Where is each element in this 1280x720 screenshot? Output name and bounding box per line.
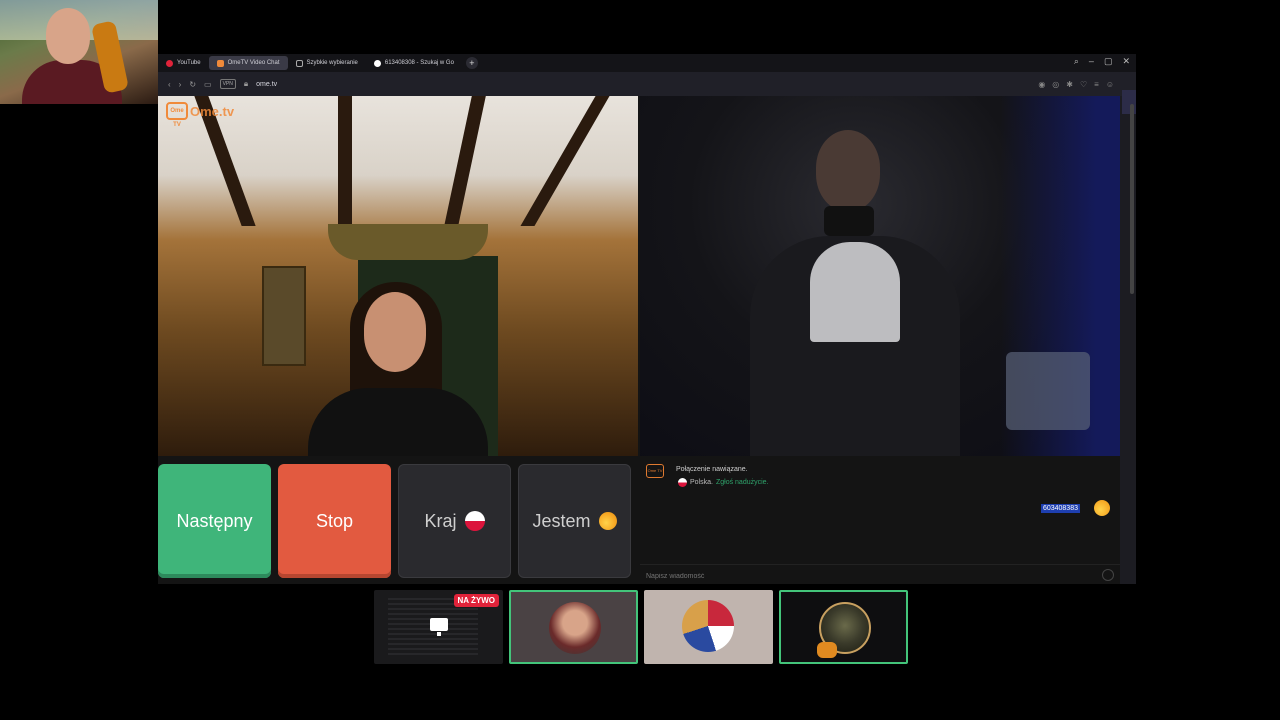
ceiling-beam xyxy=(444,96,486,226)
youtube-icon xyxy=(166,59,173,67)
ometv-logo: Ome TV Ome.tv xyxy=(166,102,235,128)
tab-youtube[interactable]: YouTube xyxy=(158,56,209,70)
mug xyxy=(1006,352,1090,430)
toolbar-icons: ◉ ◎ ✱ ♡ ≡ ☺ xyxy=(1038,80,1114,89)
connected-message: Połączenie nawiązane. xyxy=(676,466,748,473)
participants-strip: NA ŻYWO xyxy=(374,590,908,664)
logo-text: Ome.tv xyxy=(190,103,235,119)
forward-icon[interactable]: › xyxy=(179,80,182,89)
tab-bar: YouTube OmeTV Video Chat Szybkie wybiera… xyxy=(158,54,1136,72)
person-mask xyxy=(824,206,874,236)
country-message: Polska. Zgłoś nadużycie. xyxy=(678,478,769,487)
monitor-stand xyxy=(437,632,441,636)
new-tab-button[interactable]: + xyxy=(465,57,478,69)
heart-icon[interactable]: ♡ xyxy=(1080,80,1087,89)
lock-icon: 🔒︎ xyxy=(243,79,249,88)
url-field[interactable]: ome.tv xyxy=(256,81,277,88)
tiles-icon[interactable]: ▭ xyxy=(204,80,212,89)
person-body xyxy=(308,388,488,456)
curtain xyxy=(328,224,488,260)
close-icon[interactable]: ✕ xyxy=(1122,56,1130,67)
country-button[interactable]: Kraj xyxy=(398,464,511,578)
screen-share-tile[interactable]: NA ŻYWO xyxy=(374,590,503,664)
poland-flag-icon xyxy=(464,511,485,531)
tab-speed-dial[interactable]: Szybkie wybieranie xyxy=(288,56,366,70)
camera-icon[interactable]: ◉ xyxy=(1038,80,1045,89)
chat-panel: Ome TV Połączenie nawiązane. Polska. Zgł… xyxy=(640,458,1120,587)
participant-tile[interactable] xyxy=(644,590,773,664)
menu-icon[interactable]: ≡ xyxy=(1094,80,1099,89)
streamer-webcam xyxy=(0,0,158,104)
ceiling-beam xyxy=(520,96,610,226)
poland-flag-icon xyxy=(678,478,687,487)
monitor-icon xyxy=(430,618,448,631)
maximize-icon[interactable]: ▢ xyxy=(1104,56,1113,67)
streamer-face xyxy=(46,8,90,64)
browser-window: YouTube OmeTV Video Chat Szybkie wybiera… xyxy=(158,54,1136,587)
ceiling-beam xyxy=(338,96,352,226)
next-label: Następny xyxy=(176,510,253,531)
wall-picture xyxy=(262,266,306,366)
participant-avatar xyxy=(682,600,734,652)
tab-label: YouTube xyxy=(177,60,201,66)
screen: YouTube OmeTV Video Chat Szybkie wybiera… xyxy=(0,0,1280,720)
profile-icon[interactable]: ☺ xyxy=(1106,80,1114,89)
search-icon[interactable]: ⌕ xyxy=(1074,56,1079,67)
minimize-icon[interactable]: – xyxy=(1089,56,1094,67)
stop-button[interactable]: Stop xyxy=(278,464,391,578)
tab-label: Szybkie wybieranie xyxy=(306,60,358,66)
local-video: Ome TV Ome.tv xyxy=(158,96,638,456)
stop-label: Stop xyxy=(315,510,354,531)
reload-icon[interactable]: ↻ xyxy=(189,80,196,89)
vpn-badge[interactable]: VPN xyxy=(219,79,236,89)
tab-label: 613408308 - Szukaj w Go xyxy=(384,60,454,66)
person-face xyxy=(364,292,426,372)
logo-tv-icon: Ome TV xyxy=(166,102,188,128)
participant-tile[interactable] xyxy=(779,590,908,664)
address-bar: ‹ › ↻ ▭ VPN 🔒︎ ome.tv ◉ ◎ ✱ ♡ ≡ ☺ xyxy=(158,72,1136,114)
shield-icon[interactable]: ◎ xyxy=(1052,80,1059,89)
participant-tile[interactable] xyxy=(509,590,638,664)
gender-button[interactable]: Jestem xyxy=(518,464,631,578)
cat-emoji-icon xyxy=(817,642,837,658)
message-input[interactable] xyxy=(640,566,1080,587)
person-face xyxy=(816,130,880,212)
window-controls: ⌕ – ▢ ✕ xyxy=(1074,56,1130,67)
page-scrollbar[interactable] xyxy=(1130,100,1134,580)
report-abuse-link[interactable]: Zgłoś nadużycie. xyxy=(716,479,769,486)
gender-emoji-icon xyxy=(598,512,617,530)
back-icon[interactable]: ‹ xyxy=(168,80,171,89)
user-avatar xyxy=(1094,500,1110,516)
gender-label: Jestem xyxy=(532,510,591,531)
speed-dial-icon xyxy=(295,59,303,67)
ometv-icon xyxy=(216,59,224,67)
remote-video xyxy=(640,96,1120,456)
country-label: Kraj xyxy=(424,510,457,531)
tab-ometv[interactable]: OmeTV Video Chat xyxy=(208,56,288,70)
country-name: Polska. xyxy=(690,479,713,486)
emoji-picker-icon[interactable] xyxy=(1102,569,1114,581)
scrollbar-thumb[interactable] xyxy=(1130,104,1134,294)
sent-message: 603408383 xyxy=(1040,504,1080,513)
tab-google-search[interactable]: 613408308 - Szukaj w Go xyxy=(366,56,462,70)
chat-input-bar xyxy=(640,564,1120,587)
next-button[interactable]: Następny xyxy=(158,464,271,578)
person-shirt xyxy=(810,242,900,342)
participant-avatar xyxy=(549,602,601,654)
chat-ometv-icon: Ome TV xyxy=(646,464,664,478)
tab-label: OmeTV Video Chat xyxy=(227,60,280,66)
google-icon xyxy=(373,59,381,67)
live-badge: NA ŻYWO xyxy=(453,594,499,607)
extensions-icon[interactable]: ✱ xyxy=(1066,80,1073,89)
ometv-page: Ome TV Ome.tv Następny Stop Kraj Jestem … xyxy=(158,96,1120,587)
